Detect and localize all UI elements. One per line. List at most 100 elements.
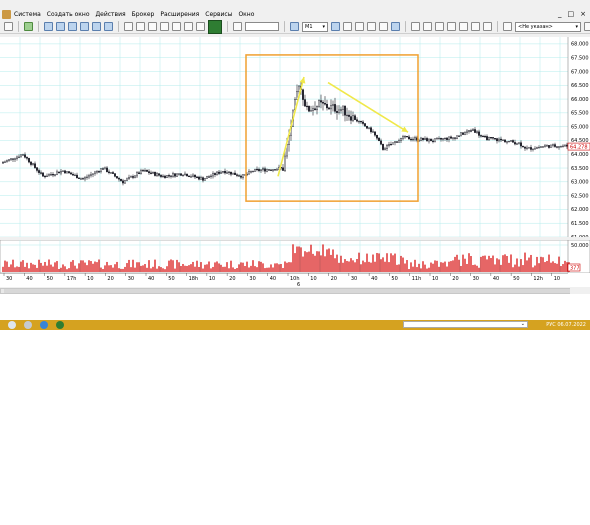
app-icon[interactable] (24, 321, 32, 329)
menu-system[interactable]: Система (14, 11, 41, 18)
tool-icon[interactable] (459, 22, 468, 31)
tool-icon[interactable] (471, 22, 480, 31)
search-icon[interactable] (233, 22, 242, 31)
minimize-button[interactable]: _ (558, 8, 562, 20)
window-icon[interactable] (44, 22, 53, 31)
tool-icon[interactable] (184, 22, 193, 31)
tool-icon[interactable] (136, 22, 145, 31)
close-button[interactable]: × (580, 8, 586, 20)
bar-chart-icon[interactable] (290, 22, 299, 31)
window-icon[interactable] (92, 22, 101, 31)
menu-extensions[interactable]: Расширения (160, 11, 199, 18)
candle-body (340, 109, 343, 111)
window-icon[interactable] (68, 22, 77, 31)
candle-body (448, 136, 451, 140)
time-axis-label: 30 (6, 276, 12, 282)
scrollbar-thumb[interactable] (4, 289, 570, 293)
crosshair-icon[interactable] (331, 22, 340, 31)
volume-bar (474, 264, 476, 272)
tool-icon[interactable] (148, 22, 157, 31)
volume-bar (534, 265, 536, 272)
volume-bar (354, 262, 356, 272)
tool-icon[interactable] (196, 22, 205, 31)
maximize-button[interactable]: □ (568, 8, 575, 20)
window-icon[interactable] (56, 22, 65, 31)
tool-icon[interactable] (160, 22, 169, 31)
menu-broker[interactable]: Брокер (132, 11, 155, 18)
candle-body (404, 136, 407, 138)
tool-icon[interactable] (483, 22, 492, 31)
volume-bar (560, 266, 562, 272)
explorer-icon[interactable] (8, 321, 16, 329)
tool-icon[interactable] (172, 22, 181, 31)
interval-select[interactable]: M1 ▾ (302, 21, 328, 32)
volume-panel[interactable]: 50.000 0 377 (0, 240, 590, 273)
volume-bar (78, 263, 80, 272)
volume-bar (170, 259, 172, 272)
candle-body (524, 146, 527, 149)
trading-app-icon[interactable] (56, 321, 64, 329)
candle-body (67, 171, 70, 174)
volume-bar (298, 246, 300, 272)
candle-body (324, 103, 327, 105)
volume-bar (242, 262, 244, 272)
time-axis-label: 40 (493, 276, 499, 282)
window-icon[interactable] (80, 22, 89, 31)
back-arrow-icon[interactable] (4, 22, 13, 31)
candle-body (221, 170, 224, 173)
tool-icon[interactable] (423, 22, 432, 31)
volume-bar (142, 265, 144, 272)
menu-window[interactable]: Окно (238, 11, 254, 18)
volume-bar (386, 253, 388, 272)
menu-new-window[interactable]: Создать окно (47, 11, 90, 18)
volume-bar (182, 263, 184, 272)
window-icon[interactable] (104, 22, 113, 31)
candle-body (474, 129, 477, 133)
info-icon[interactable] (124, 22, 133, 31)
time-axis-label: 40 (148, 276, 154, 282)
volume-bar (260, 261, 262, 272)
time-axis-label: 20 (107, 276, 113, 282)
zoom-in-icon[interactable] (343, 22, 352, 31)
price-axis-label: 62.000 (571, 207, 589, 213)
symbol-select[interactable]: <Не указан> ▾ (515, 21, 581, 32)
candle-body (117, 178, 120, 180)
symbol-search-field[interactable] (245, 22, 279, 31)
volume-bar (22, 260, 24, 272)
volume-bar (264, 268, 266, 272)
toolbar-divider (18, 21, 19, 32)
candle-body (346, 114, 349, 117)
tool-icon[interactable] (435, 22, 444, 31)
menu-services[interactable]: Сервисы (205, 11, 232, 18)
tool-icon[interactable] (447, 22, 456, 31)
candle-body (348, 114, 351, 117)
tool-icon[interactable] (584, 22, 590, 31)
volume-bar (132, 259, 134, 272)
volume-bar (410, 262, 412, 272)
volume-bar (200, 262, 202, 272)
candle-body (107, 171, 110, 174)
volume-bar (382, 257, 384, 272)
candle-body (121, 180, 124, 184)
candle-body (504, 139, 507, 143)
tool-icon[interactable] (379, 22, 388, 31)
tool-icon[interactable] (355, 22, 364, 31)
account-icon[interactable] (503, 22, 512, 31)
price-chart-panel[interactable]: 68.000 67.500 67.000 66.500 66.000 65.500 65.0… (0, 37, 590, 237)
candle-body (219, 171, 222, 174)
candle-body (458, 135, 461, 137)
menu-actions[interactable]: Действия (95, 11, 125, 18)
tool-icon[interactable] (411, 22, 420, 31)
candle-body (360, 120, 363, 123)
broker-logo-icon[interactable] (208, 19, 222, 34)
volume-bar (118, 268, 120, 272)
chart-footer-area (0, 294, 590, 320)
tool-icon[interactable] (391, 22, 400, 31)
volume-bar (454, 256, 456, 272)
new-chart-icon[interactable] (24, 22, 33, 31)
candle-body (237, 175, 240, 177)
browser-icon[interactable] (40, 321, 48, 329)
candle-body (358, 120, 361, 123)
taskbar-search-box[interactable]: ⌄ (403, 321, 528, 328)
tool-icon[interactable] (367, 22, 376, 31)
